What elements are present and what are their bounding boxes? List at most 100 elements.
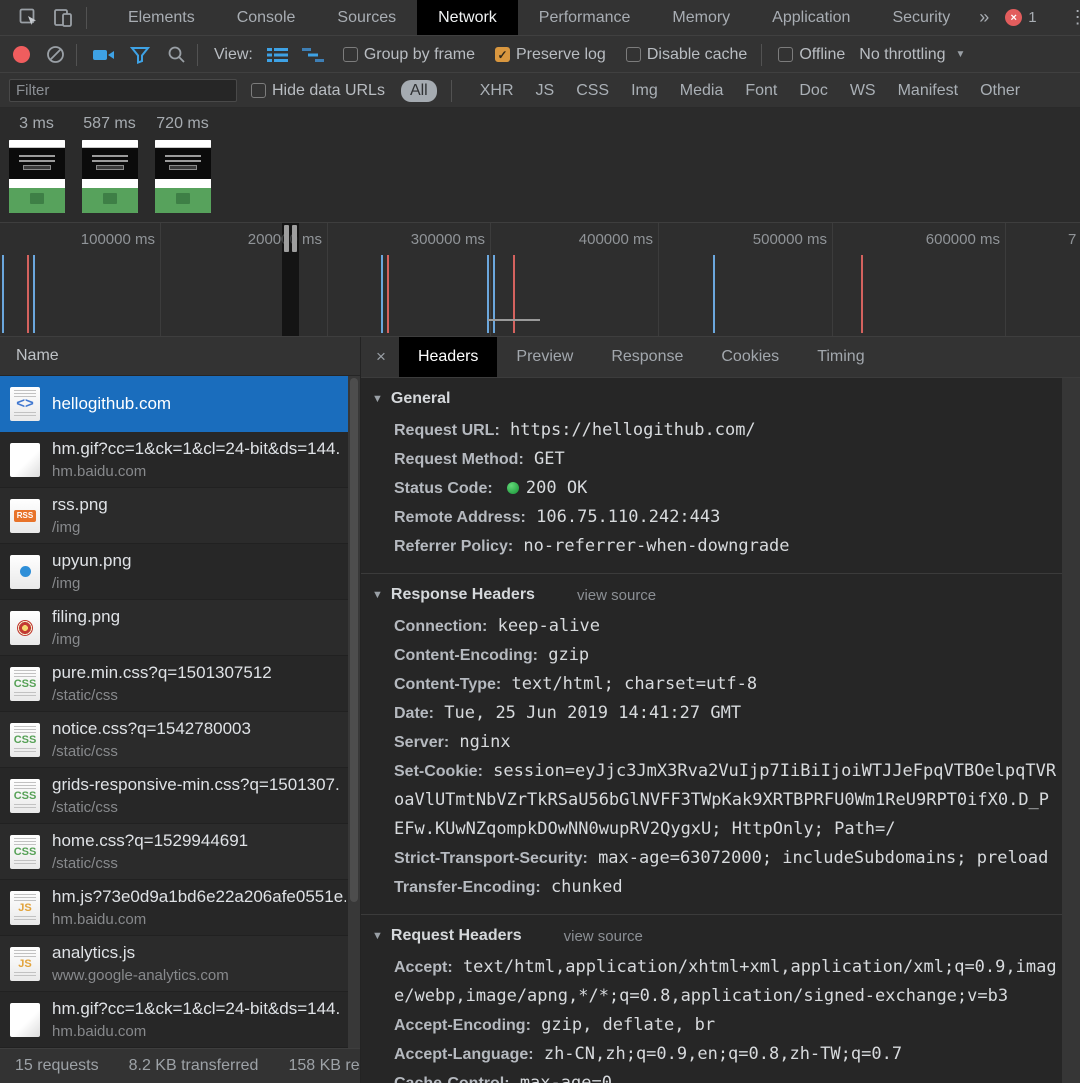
panel-tabs: ElementsConsoleSourcesNetworkPerformance… <box>107 0 971 35</box>
disclosure-triangle-icon[interactable]: ▼ <box>372 393 383 405</box>
chevron-down-icon[interactable]: ▼ <box>956 49 966 60</box>
filter-type-ws[interactable]: WS <box>850 82 876 100</box>
preserve-log-checkbox[interactable]: ✓ <box>495 47 510 62</box>
doc-file-icon: <> <box>10 387 40 421</box>
header-key: Content-Type: <box>394 676 501 693</box>
view-source-link[interactable]: view source <box>564 928 643 945</box>
error-count: 1 <box>1028 9 1036 26</box>
hide-data-urls-checkbox[interactable] <box>251 83 266 98</box>
tab-network[interactable]: Network <box>417 0 518 35</box>
header-value: 106.75.110.242:443 <box>536 507 720 527</box>
tab-console[interactable]: Console <box>216 0 317 35</box>
filter-type-xhr[interactable]: XHR <box>480 82 514 100</box>
device-toolbar-icon[interactable] <box>46 5 80 31</box>
tab-application[interactable]: Application <box>751 0 871 35</box>
thumb-footer <box>9 188 65 213</box>
header-content-type: Content-Type: text/html; charset=utf-8 <box>361 670 1058 699</box>
offline-checkbox[interactable] <box>778 47 793 62</box>
header-rows: Accept: text/html,application/xhtml+xml,… <box>361 953 1058 1083</box>
show-overview-icon[interactable] <box>299 42 329 68</box>
use-large-rows-icon[interactable] <box>263 42 293 68</box>
tab-memory[interactable]: Memory <box>651 0 751 35</box>
disable-cache-checkbox[interactable] <box>626 47 641 62</box>
request-row-notice-css-q-15427[interactable]: CSSnotice.css?q=1542780003/static/css <box>0 712 360 768</box>
filter-type-manifest[interactable]: Manifest <box>898 82 958 100</box>
filter-input[interactable] <box>9 79 237 102</box>
request-row-home-css-q-1529944[interactable]: CSShome.css?q=1529944691/static/css <box>0 824 360 880</box>
filter-type-doc[interactable]: Doc <box>799 82 827 100</box>
detail-tab-timing[interactable]: Timing <box>798 337 883 377</box>
request-name: hm.gif?cc=1&ck=1&cl=24-bit&ds=144. <box>52 999 346 1019</box>
filter-type-img[interactable]: Img <box>631 82 658 100</box>
timeline-tick-label: 500000 ms <box>753 231 827 248</box>
detail-tab-response[interactable]: Response <box>592 337 702 377</box>
filter-type-font[interactable]: Font <box>745 82 777 100</box>
request-row-filing-png[interactable]: filing.png/img <box>0 600 360 656</box>
request-row-grids-responsive-m[interactable]: CSSgrids-responsive-min.css?q=1501307./s… <box>0 768 360 824</box>
filter-type-js[interactable]: JS <box>536 82 555 100</box>
close-details-icon[interactable]: × <box>361 337 399 377</box>
timeline-duration-line <box>488 319 540 321</box>
tab-security[interactable]: Security <box>871 0 971 35</box>
filter-type-css[interactable]: CSS <box>576 82 609 100</box>
request-row-hellogithub-com[interactable]: <> hellogithub.com <box>0 376 360 432</box>
tab-performance[interactable]: Performance <box>518 0 652 35</box>
js-glyph: JS <box>18 902 31 914</box>
filter-type-media[interactable]: Media <box>680 82 724 100</box>
request-row-hm-gif-cc-1-ck-1-c[interactable]: hm.gif?cc=1&ck=1&cl=24-bit&ds=144.hm.bai… <box>0 992 360 1048</box>
record-button[interactable] <box>13 46 30 63</box>
details-scrollbar[interactable] <box>1062 378 1080 1083</box>
more-tabs-chevron[interactable]: » <box>971 0 997 35</box>
rss-file-icon: RSS <box>10 499 40 533</box>
request-row-analytics-js[interactable]: JSanalytics.jswww.google-analytics.com <box>0 936 360 992</box>
devtools-menu-icon[interactable]: ⋮ <box>1057 0 1080 35</box>
filter-icon[interactable] <box>125 42 155 68</box>
scrollbar-thumb[interactable] <box>350 378 358 902</box>
header-key: Date: <box>394 705 434 722</box>
tab-elements[interactable]: Elements <box>107 0 216 35</box>
filmstrip-frame[interactable]: 3 ms <box>0 108 73 213</box>
throttling-select[interactable]: No throttling <box>859 46 945 64</box>
header-key: Cache-Control: <box>394 1075 510 1083</box>
search-icon[interactable] <box>161 42 191 68</box>
disclosure-triangle-icon[interactable]: ▼ <box>372 930 383 942</box>
filmstrip-frame[interactable]: 720 ms <box>146 108 219 213</box>
detail-tab-headers[interactable]: Headers <box>399 337 497 377</box>
clear-icon[interactable] <box>40 42 70 68</box>
timeline-request-bar <box>861 255 863 333</box>
request-name: upyun.png <box>52 551 346 571</box>
request-name: hellogithub.com <box>52 394 346 414</box>
filmstrip-frame[interactable]: 587 ms <box>73 108 146 213</box>
request-row-pure-min-css-q-150[interactable]: CSSpure.min.css?q=1501307512/static/css <box>0 656 360 712</box>
timeline-overview[interactable]: 100000 ms200000 ms300000 ms400000 ms5000… <box>0 222 1080 337</box>
request-domain: /img <box>52 631 346 648</box>
error-badge[interactable]: × 1 <box>997 0 1044 35</box>
request-row-rss-png[interactable]: RSSrss.png/img <box>0 488 360 544</box>
detail-tab-cookies[interactable]: Cookies <box>702 337 798 377</box>
timeline-scrubber-handle[interactable] <box>284 225 289 252</box>
request-row-upyun-png[interactable]: upyun.png/img <box>0 544 360 600</box>
capture-screenshots-icon[interactable] <box>89 42 119 68</box>
inspect-element-icon[interactable] <box>12 5 46 31</box>
filter-type-other[interactable]: Other <box>980 82 1020 100</box>
filter-type-all[interactable]: All <box>401 80 437 102</box>
header-key: Request URL: <box>394 422 500 439</box>
timeline-request-bar <box>381 255 383 333</box>
detail-tab-preview[interactable]: Preview <box>497 337 592 377</box>
name-column-header[interactable]: Name <box>0 337 360 376</box>
group-by-frame-checkbox[interactable] <box>343 47 358 62</box>
thumb-progress <box>169 165 197 170</box>
timeline-request-bar <box>493 255 495 333</box>
request-row-hm-gif-cc-1-ck-1-c[interactable]: hm.gif?cc=1&ck=1&cl=24-bit&ds=144.hm.bai… <box>0 432 360 488</box>
request-text: analytics.jswww.google-analytics.com <box>52 943 360 984</box>
thumb-footer-box <box>176 193 190 204</box>
thumb-footer-box <box>103 193 117 204</box>
tab-sources[interactable]: Sources <box>316 0 417 35</box>
disclosure-triangle-icon[interactable]: ▼ <box>372 589 383 601</box>
request-row-hm-js-73e0d9a1bd6e[interactable]: JShm.js?73e0d9a1bd6e22a206afe0551e.hm.ba… <box>0 880 360 936</box>
timeline-scrubber-handle[interactable] <box>292 225 297 252</box>
header-key: Referrer Policy: <box>394 538 513 555</box>
view-source-link[interactable]: view source <box>577 587 656 604</box>
request-list-scrollbar[interactable] <box>348 376 360 1048</box>
thumb-gap <box>155 179 211 188</box>
